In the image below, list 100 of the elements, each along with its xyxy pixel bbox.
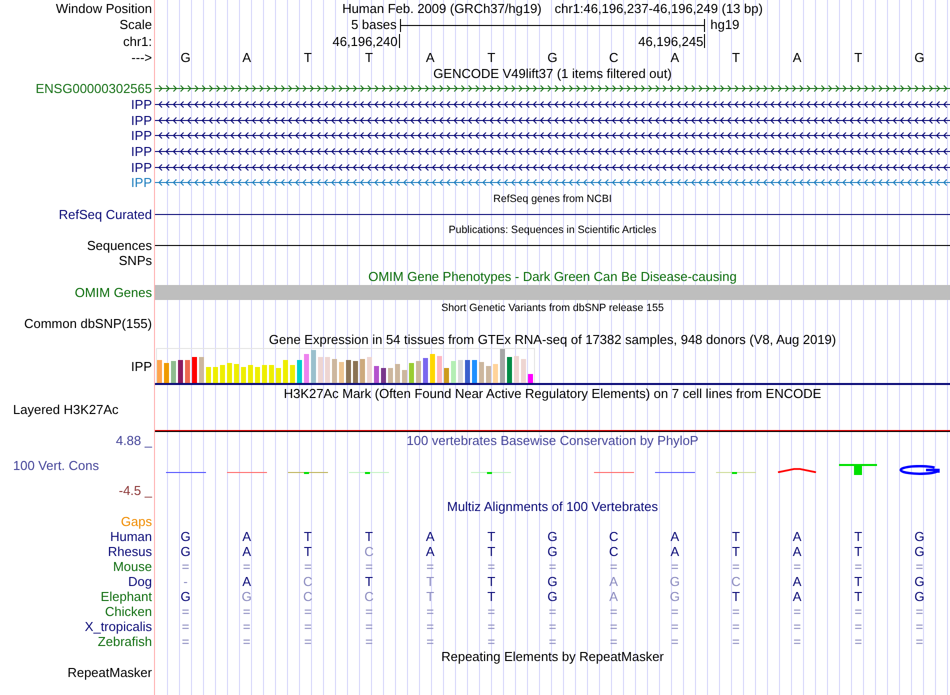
alignment-base: = bbox=[426, 604, 434, 618]
alignment-base: C bbox=[364, 544, 374, 558]
alignment-base: = bbox=[916, 560, 924, 573]
base-letter: A bbox=[242, 50, 252, 64]
gene-label: IPP bbox=[131, 160, 152, 174]
base-letter: T bbox=[487, 50, 496, 64]
alignment-base: = bbox=[548, 560, 556, 573]
conservation-mark-icon bbox=[716, 470, 756, 474]
expression-bar bbox=[241, 366, 246, 383]
species-label: X_tropicalis bbox=[84, 620, 152, 633]
alignment-base: T bbox=[854, 590, 862, 603]
expression-bar bbox=[472, 360, 477, 383]
expression-bar bbox=[262, 364, 267, 383]
expression-bar bbox=[248, 364, 253, 383]
expression-bar bbox=[206, 366, 211, 383]
expression-bar bbox=[423, 358, 428, 383]
expression-bar bbox=[409, 362, 414, 383]
expression-bar bbox=[255, 366, 260, 383]
base-letter: T bbox=[365, 50, 373, 64]
alignment-base: = bbox=[304, 560, 312, 573]
alignment-base: C bbox=[608, 544, 618, 558]
gene-label: IPP bbox=[131, 129, 152, 142]
alignment-base: = bbox=[488, 604, 496, 618]
alignment-base: = bbox=[488, 620, 496, 633]
expression-bar bbox=[374, 366, 379, 383]
alignment-base: T bbox=[487, 544, 496, 558]
alignment-base: C bbox=[364, 590, 374, 603]
alignment-base: = bbox=[671, 604, 679, 618]
expression-bar bbox=[297, 360, 302, 383]
track-label: RepeatMasker bbox=[67, 666, 152, 679]
species-label: Rhesus bbox=[108, 544, 152, 558]
species-label: Dog bbox=[128, 574, 152, 588]
expression-bar bbox=[465, 360, 470, 383]
expression-bar bbox=[402, 370, 407, 383]
track-title: Short Genetic Variants from dbSNP release 155 bbox=[441, 302, 664, 314]
alignment-base: = bbox=[242, 604, 251, 618]
alignment-base: G bbox=[914, 590, 924, 603]
track-label: IPP bbox=[131, 360, 152, 373]
alignment-base: = bbox=[365, 634, 373, 648]
alignment-base: = bbox=[671, 560, 679, 573]
alignment-base: = bbox=[488, 634, 496, 648]
expression-bar bbox=[283, 360, 288, 383]
alignment-base: = bbox=[548, 634, 556, 648]
axis-label: 4.88 _ bbox=[116, 434, 152, 447]
gene-label: IPP bbox=[131, 176, 152, 190]
alignment-base: A bbox=[426, 544, 435, 558]
alignment-base: = bbox=[793, 560, 801, 573]
expression-bar bbox=[437, 356, 442, 383]
coordinate-label: 46,196,245 bbox=[638, 34, 704, 48]
track-title: Repeating Elements by RepeatMasker bbox=[441, 650, 664, 664]
alignment-base: = bbox=[610, 620, 618, 633]
track-label: Layered H3K27Ac bbox=[13, 402, 119, 416]
alignment-base: A bbox=[670, 544, 680, 558]
alignment-base: = bbox=[671, 620, 679, 633]
alignment-base: G bbox=[914, 544, 924, 558]
alignment-base: T bbox=[426, 574, 434, 588]
alignment-base: T bbox=[304, 544, 312, 558]
alignment-base: A bbox=[792, 590, 802, 603]
expression-bar bbox=[185, 360, 190, 383]
expression-bar bbox=[164, 362, 169, 383]
ruler-label: Scale bbox=[119, 18, 152, 31]
base-letter: C bbox=[608, 50, 618, 64]
base-letter: A bbox=[670, 50, 680, 64]
alignment-base: = bbox=[242, 634, 251, 648]
alignment-base: A bbox=[242, 530, 252, 543]
alignment-base: = bbox=[242, 560, 251, 573]
base-letter: A bbox=[792, 50, 802, 64]
alignment-base: A bbox=[426, 530, 435, 543]
expression-bar bbox=[332, 358, 337, 383]
alignment-base: G bbox=[670, 590, 680, 603]
alignment-base: = bbox=[182, 620, 190, 633]
alignment-base: G bbox=[180, 544, 191, 558]
alignment-base: A bbox=[670, 530, 680, 543]
alignment-base: = bbox=[365, 620, 373, 633]
base-letter: T bbox=[304, 50, 312, 64]
alignment-base: = bbox=[732, 604, 740, 618]
alignment-base: = bbox=[916, 634, 924, 648]
alignment-base: T bbox=[732, 590, 740, 603]
alignment-base: = bbox=[304, 604, 312, 618]
alignment-base: = bbox=[793, 604, 801, 618]
expression-bar bbox=[360, 358, 365, 383]
tick-mark bbox=[398, 34, 400, 48]
expression-bar bbox=[213, 366, 218, 383]
expression-bar bbox=[507, 356, 512, 383]
alignment-base: G bbox=[670, 574, 680, 588]
alignment-base: T bbox=[732, 544, 740, 558]
alignment-base: T bbox=[854, 574, 862, 588]
expression-bar bbox=[514, 356, 519, 383]
base-letter: T bbox=[732, 50, 740, 64]
alignment-base: G bbox=[547, 530, 558, 543]
tick-mark bbox=[704, 34, 706, 48]
alignment-base: T bbox=[365, 530, 373, 543]
alignment-base: G bbox=[914, 574, 924, 588]
alignment-base: T bbox=[487, 590, 496, 603]
track-label: RefSeq Curated bbox=[58, 208, 152, 222]
alignment-base: = bbox=[732, 634, 740, 648]
expression-bar bbox=[528, 374, 533, 383]
alignment-base: A bbox=[242, 544, 252, 558]
gene-label: IPP bbox=[131, 114, 152, 127]
alignment-base: = bbox=[426, 634, 434, 648]
